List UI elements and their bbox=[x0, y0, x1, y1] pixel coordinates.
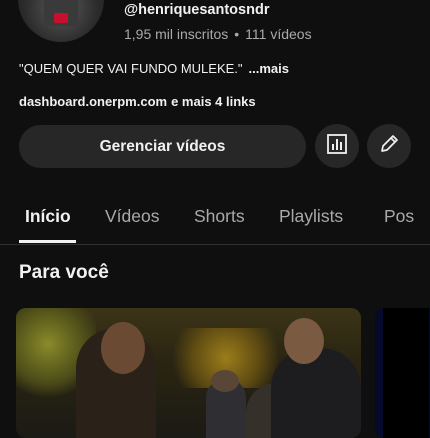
analytics-icon bbox=[326, 133, 348, 160]
tab-home[interactable]: Início bbox=[25, 206, 71, 227]
description-text: "QUEM QUER VAI FUNDO MULEKE." bbox=[19, 61, 243, 76]
channel-links[interactable]: dashboard.onerpm.com e mais 4 links bbox=[19, 94, 256, 109]
stats-separator: • bbox=[234, 26, 240, 42]
thumbnail-dark-area bbox=[383, 308, 429, 438]
thumbnail-person bbox=[271, 348, 361, 438]
manage-videos-button[interactable]: Gerenciar vídeos bbox=[19, 125, 306, 168]
channel-description[interactable]: "QUEM QUER VAI FUNDO MULEKE." ...mais bbox=[19, 61, 289, 76]
channel-stats: 1,95 mil inscritos • 111 vídeos bbox=[124, 26, 312, 42]
pencil-icon bbox=[378, 133, 400, 160]
thumbnail-person-head bbox=[284, 318, 324, 364]
subscriber-count: 1,95 mil inscritos bbox=[124, 26, 229, 42]
tab-posts[interactable]: Pos bbox=[384, 206, 414, 227]
active-tab-indicator bbox=[19, 240, 76, 243]
description-more-link[interactable]: ...mais bbox=[249, 61, 289, 76]
video-count: 111 vídeos bbox=[245, 26, 312, 42]
section-title: Para você bbox=[19, 262, 109, 283]
thumbnail-person-head bbox=[101, 322, 145, 374]
channel-handle: @henriquesantosndr bbox=[124, 2, 270, 18]
tab-playlists[interactable]: Playlists bbox=[279, 206, 343, 227]
tab-videos[interactable]: Vídeos bbox=[105, 206, 159, 227]
channel-tabs: Início Vídeos Shorts Playlists Pos bbox=[0, 196, 430, 245]
analytics-button[interactable] bbox=[315, 124, 359, 168]
video-thumbnail[interactable] bbox=[16, 308, 361, 438]
thumbnail-person-head bbox=[211, 370, 239, 392]
more-links[interactable]: e mais 4 links bbox=[171, 94, 256, 109]
video-thumbnail-next[interactable] bbox=[375, 308, 430, 438]
edit-channel-button[interactable] bbox=[367, 124, 411, 168]
channel-avatar[interactable] bbox=[18, 0, 104, 42]
primary-link[interactable]: dashboard.onerpm.com bbox=[19, 94, 167, 109]
tab-shorts[interactable]: Shorts bbox=[194, 206, 245, 227]
avatar-red-patch bbox=[54, 13, 68, 23]
